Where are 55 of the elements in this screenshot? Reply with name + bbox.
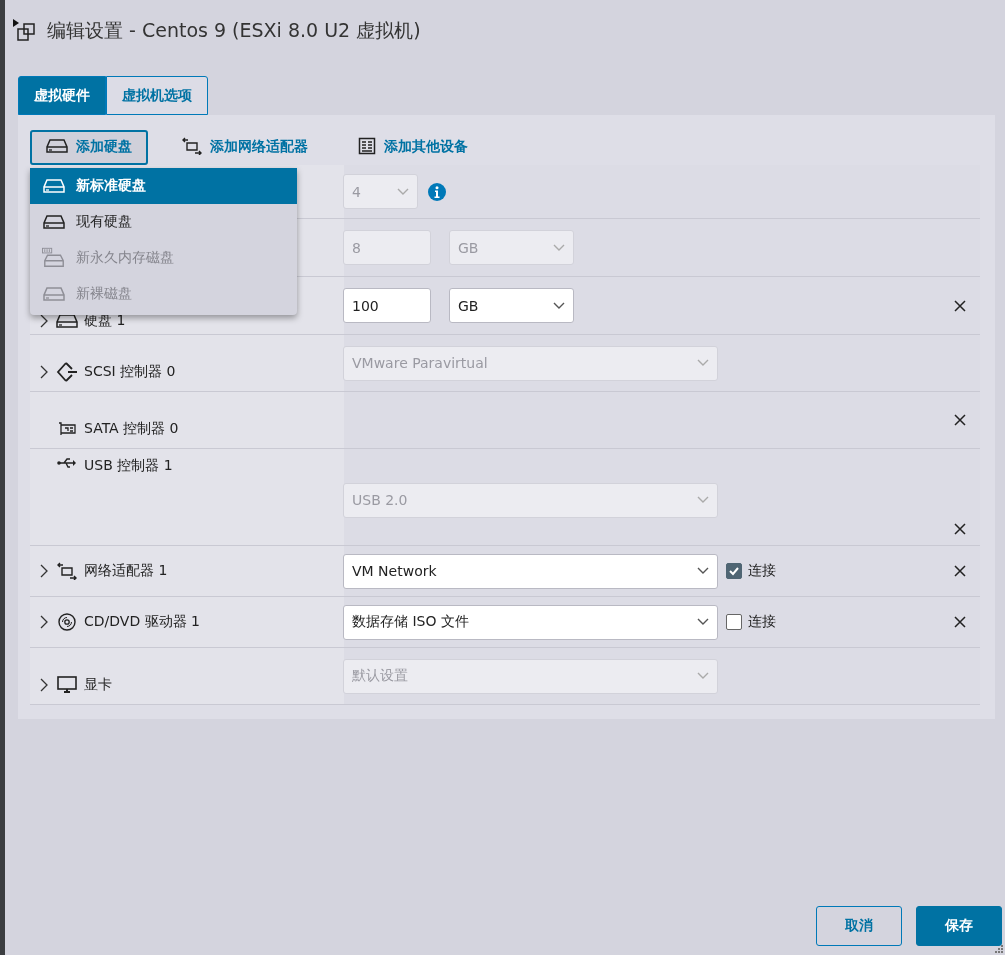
- resize-grip-icon[interactable]: [995, 945, 1003, 953]
- close-icon[interactable]: [954, 565, 966, 577]
- toolbar-button[interactable]: 添加硬盘: [30, 129, 148, 165]
- chevron-right-icon[interactable]: [38, 615, 50, 629]
- tab[interactable]: 虚拟硬件: [18, 76, 106, 115]
- input-field[interactable]: 100: [343, 288, 431, 323]
- chevron-down-icon: [697, 618, 709, 626]
- network-adapter-icon: [56, 562, 78, 580]
- device-label: CD/DVD 驱动器 1: [84, 613, 200, 631]
- chevron-down-icon: [697, 672, 709, 680]
- device-label: 网络适配器 1: [84, 562, 168, 580]
- hard-disk-icon: [56, 312, 78, 329]
- hard-disk-icon: [42, 286, 66, 302]
- device-label: 显卡: [84, 676, 112, 694]
- chevron-down-icon: [553, 301, 565, 310]
- memory-disk-icon: [42, 247, 66, 269]
- toolbar-button[interactable]: 添加其他设备: [342, 128, 484, 166]
- info-icon[interactable]: [428, 182, 446, 201]
- monitor-icon: [56, 676, 78, 694]
- chevron-down-icon: [697, 567, 709, 575]
- close-icon[interactable]: [954, 414, 966, 426]
- close-icon[interactable]: [954, 523, 966, 535]
- diamond-connector-icon: [56, 361, 78, 383]
- chevron-down-icon: [697, 359, 709, 367]
- toolbar-button[interactable]: 添加网络适配器: [166, 128, 324, 166]
- hard-disk-icon: [42, 214, 66, 230]
- window-title: 编辑设置 - Centos 9 (ESXi 8.0 U2 虚拟机): [47, 18, 421, 43]
- device-label: USB 控制器 1: [84, 457, 173, 475]
- close-icon[interactable]: [954, 299, 966, 312]
- chevron-right-icon[interactable]: [38, 678, 50, 692]
- card-icon: [56, 422, 78, 436]
- device-label: SATA 控制器 0: [84, 420, 179, 438]
- usb-icon: [56, 457, 78, 469]
- dropdown-field[interactable]: GB: [449, 288, 574, 323]
- hard-disk-icon: [42, 178, 66, 194]
- cancel-button[interactable]: 取消: [816, 906, 902, 946]
- save-button[interactable]: 保存: [916, 906, 1002, 946]
- chevron-right-icon[interactable]: [38, 365, 50, 379]
- device-label: SCSI 控制器 0: [84, 363, 176, 381]
- checkbox-label: 连接: [748, 562, 776, 580]
- chevron-down-icon: [553, 243, 565, 252]
- dropdown-field[interactable]: 数据存储 ISO 文件: [343, 604, 718, 640]
- chevron-down-icon: [697, 496, 709, 504]
- checkbox[interactable]: [726, 563, 742, 579]
- network-adapter-icon: [182, 136, 202, 158]
- dropdown-field[interactable]: VM Network: [343, 553, 718, 589]
- close-icon[interactable]: [954, 616, 966, 628]
- checkbox[interactable]: [726, 614, 742, 630]
- menu-item[interactable]: 现有硬盘: [30, 204, 297, 240]
- tab[interactable]: 虚拟机选项: [106, 76, 208, 115]
- chevron-right-icon[interactable]: [38, 564, 50, 578]
- checkbox-label: 连接: [748, 613, 776, 631]
- disc-icon: [56, 613, 78, 631]
- chevron-down-icon: [397, 187, 409, 196]
- menu-item[interactable]: 新标准硬盘: [30, 168, 297, 204]
